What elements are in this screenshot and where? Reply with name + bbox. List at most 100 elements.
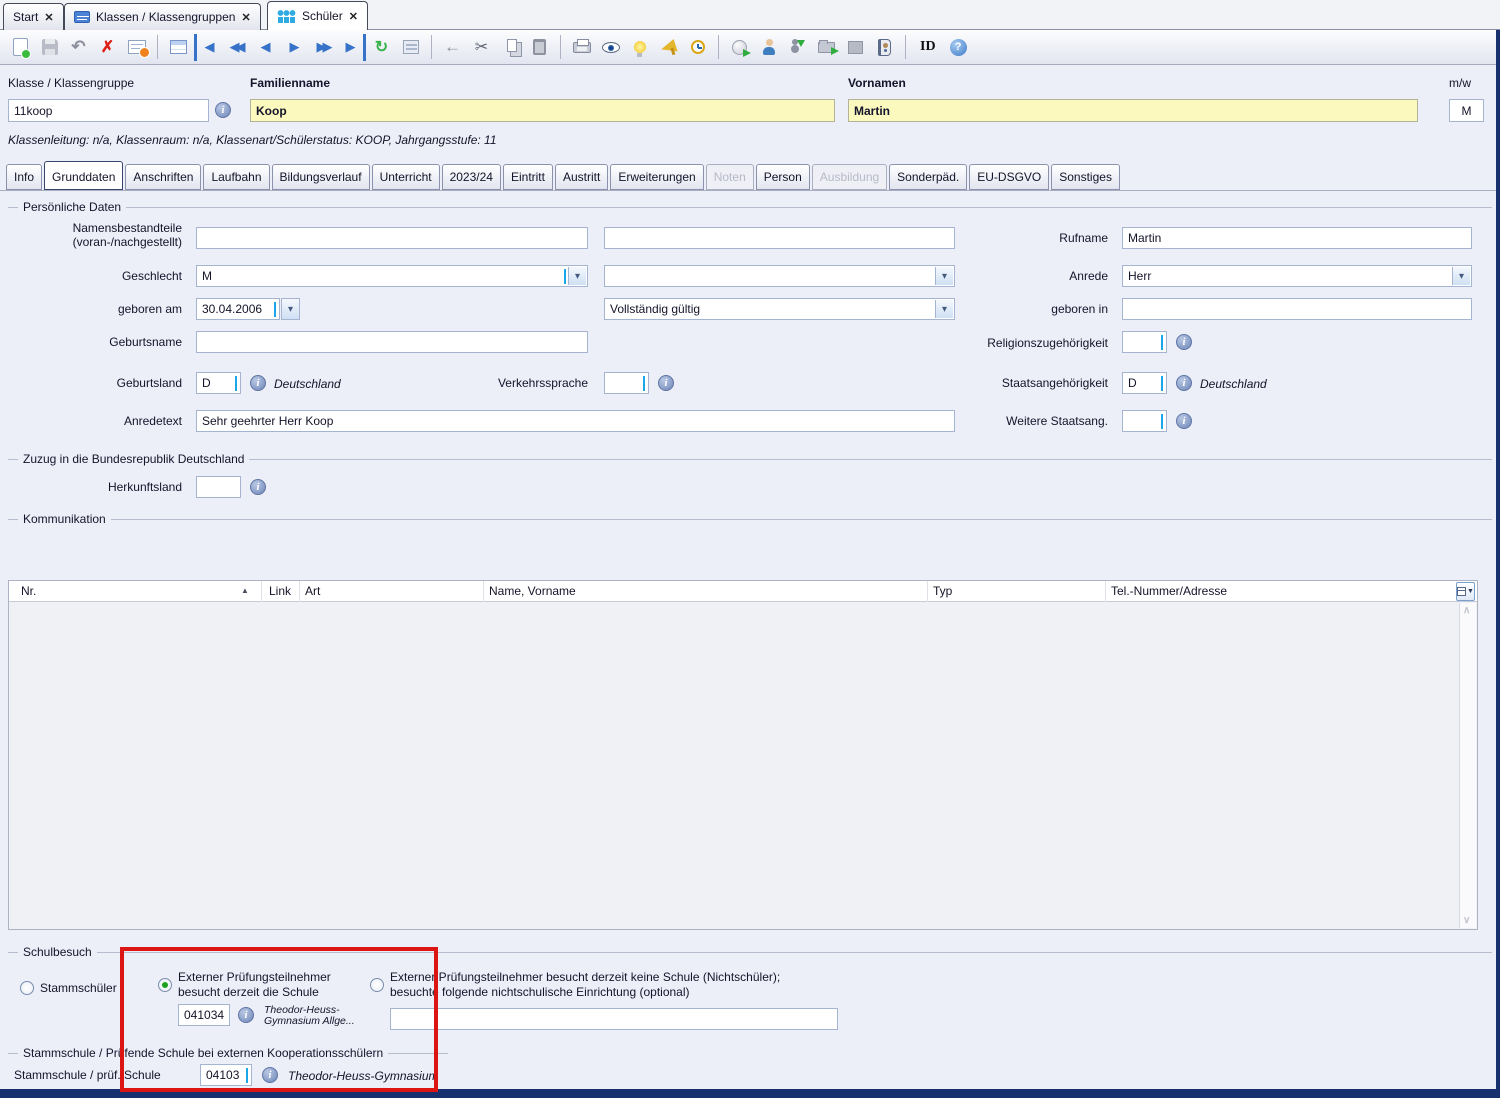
vornamen-field[interactable]: Martin xyxy=(848,99,1418,122)
radio-stammschueler-label[interactable]: Stammschüler xyxy=(40,981,117,996)
verkehrssprache-field[interactable] xyxy=(604,372,649,394)
tab-laufbahn[interactable]: Laufbahn xyxy=(203,164,269,190)
import-id-icon[interactable] xyxy=(784,34,811,61)
id-button[interactable]: ID xyxy=(912,39,944,55)
familienname-field[interactable]: Koop xyxy=(250,99,835,122)
tab-sonderpaed[interactable]: Sonderpäd. xyxy=(889,164,967,190)
nav-first-icon[interactable]: ◀ xyxy=(194,34,221,61)
list-view-icon[interactable] xyxy=(397,34,424,61)
info-icon[interactable]: i xyxy=(1176,334,1192,350)
tab-eintritt[interactable]: Eintritt xyxy=(503,164,553,190)
column-picker-button[interactable]: ▼ xyxy=(1456,582,1475,601)
geburtsland-label: Geburtsland xyxy=(0,376,182,390)
column-header-typ[interactable]: Typ xyxy=(933,584,952,598)
geschlecht-combo[interactable]: M ▾ xyxy=(196,265,588,287)
announce-horn-icon[interactable] xyxy=(655,34,682,61)
scroll-down-icon[interactable]: ∨ xyxy=(1463,915,1470,926)
close-icon[interactable]: ✕ xyxy=(241,11,250,24)
delete-icon[interactable]: ✗ xyxy=(94,34,121,61)
nav-next-fast-icon[interactable]: ▶▶ xyxy=(310,34,337,61)
nav-prev-fast-icon[interactable]: ◀◀ xyxy=(223,34,250,61)
student-icon[interactable] xyxy=(755,34,782,61)
tab-bildungsverlauf[interactable]: Bildungsverlauf xyxy=(272,164,370,190)
reminder-clock-icon[interactable] xyxy=(684,34,711,61)
namensbestandteile-field-2[interactable] xyxy=(604,227,955,249)
einrichtung-field[interactable] xyxy=(390,1008,838,1030)
folder-export-icon[interactable] xyxy=(813,34,840,61)
staatsangehoerigkeit-field[interactable]: D xyxy=(1122,372,1167,394)
export-icon[interactable] xyxy=(726,34,753,61)
radio-nichtschueler-label[interactable]: Externer Prüfungsteilnehmer besucht derz… xyxy=(390,970,780,985)
column-header-nr[interactable]: Nr. xyxy=(21,584,36,598)
close-icon[interactable]: ✕ xyxy=(349,10,358,23)
tab-grunddaten[interactable]: Grunddaten xyxy=(44,161,123,190)
edit-form-icon[interactable] xyxy=(123,34,150,61)
window-tab-schueler[interactable]: Schüler ✕ xyxy=(267,1,368,30)
info-icon[interactable]: i xyxy=(250,375,266,391)
info-icon[interactable]: i xyxy=(658,375,674,391)
radio-stammschueler[interactable] xyxy=(20,981,34,995)
paste-icon[interactable] xyxy=(526,34,553,61)
help-icon[interactable]: ? xyxy=(945,34,972,61)
gueltigkeit-combo[interactable]: Vollständig gültig ▾ xyxy=(604,298,955,320)
tab-austritt[interactable]: Austritt xyxy=(555,164,608,190)
column-header-name-vorname[interactable]: Name, Vorname xyxy=(489,584,576,598)
print-icon[interactable] xyxy=(568,34,595,61)
nav-last-icon[interactable]: ▶ xyxy=(339,34,366,61)
geboren-am-field[interactable]: 30.04.2006 xyxy=(196,298,280,320)
window-tab-start[interactable]: Start ✕ xyxy=(3,3,64,30)
archive-box-icon[interactable] xyxy=(842,34,869,61)
table-scrollbar[interactable]: ∧ ∨ xyxy=(1459,603,1476,928)
datasheet-icon[interactable] xyxy=(165,34,192,61)
back-arrow-icon[interactable]: ← xyxy=(439,34,466,61)
mw-field[interactable]: M xyxy=(1449,99,1484,122)
window-tab-klassen[interactable]: Klassen / Klassengruppen ✕ xyxy=(64,3,261,30)
save-icon[interactable] xyxy=(36,34,63,61)
close-icon[interactable]: ✕ xyxy=(44,11,53,24)
info-icon[interactable]: i xyxy=(215,102,231,118)
refresh-icon[interactable]: ↻ xyxy=(368,34,395,61)
scroll-up-icon[interactable]: ∧ xyxy=(1463,605,1470,616)
tab-person[interactable]: Person xyxy=(756,164,810,190)
info-icon[interactable]: i xyxy=(1176,413,1192,429)
klasse-field[interactable]: 11koop xyxy=(8,99,209,122)
column-header-tel-adresse[interactable]: Tel.-Nummer/Adresse xyxy=(1111,584,1227,598)
anrede-combo[interactable]: Herr ▾ xyxy=(1122,265,1472,287)
tab-sonstiges[interactable]: Sonstiges xyxy=(1051,164,1120,190)
new-record-icon[interactable] xyxy=(7,34,34,61)
copy-icon[interactable] xyxy=(497,34,524,61)
info-icon[interactable]: i xyxy=(250,479,266,495)
geschlecht-combo-2[interactable]: ▾ xyxy=(604,265,955,287)
staatsangehoerigkeit-note: Deutschland xyxy=(1200,377,1267,391)
anredetext-field[interactable]: Sehr geehrter Herr Koop xyxy=(196,410,955,432)
rufname-field[interactable]: Martin xyxy=(1122,227,1472,249)
weitere-staatsang-field[interactable] xyxy=(1122,410,1167,432)
herkunftsland-field[interactable] xyxy=(196,476,241,498)
toolbar-separator xyxy=(157,35,158,59)
column-header-link[interactable]: Link xyxy=(269,584,291,598)
tab-erweiterungen[interactable]: Erweiterungen xyxy=(610,164,703,190)
chevron-down-icon[interactable]: ▾ xyxy=(1452,267,1470,285)
geburtsname-field[interactable] xyxy=(196,331,588,353)
nav-next-icon[interactable]: ▶ xyxy=(281,34,308,61)
tab-unterricht[interactable]: Unterricht xyxy=(372,164,440,190)
tab-schuljahr[interactable]: 2023/24 xyxy=(442,164,501,190)
chevron-down-icon[interactable]: ▾ xyxy=(568,267,586,285)
tab-info[interactable]: Info xyxy=(6,164,42,190)
geboren-in-field[interactable] xyxy=(1122,298,1472,320)
tab-eu-dsgvo[interactable]: EU-DSGVO xyxy=(969,164,1049,190)
cut-icon[interactable]: ✂ xyxy=(468,34,495,61)
religion-field[interactable] xyxy=(1122,331,1167,353)
tab-anschriften[interactable]: Anschriften xyxy=(125,164,201,190)
addressbook-icon[interactable] xyxy=(871,34,898,61)
geburtsland-field[interactable]: D xyxy=(196,372,241,394)
sort-asc-icon[interactable]: ▲ xyxy=(241,586,249,595)
hint-lightbulb-icon[interactable] xyxy=(626,34,653,61)
column-header-art[interactable]: Art xyxy=(305,584,320,598)
date-picker-button[interactable]: ▾ xyxy=(281,298,300,320)
undo-icon[interactable]: ↶ xyxy=(65,34,92,61)
namensbestandteile-field-1[interactable] xyxy=(196,227,588,249)
info-icon[interactable]: i xyxy=(1176,375,1192,391)
preview-eye-icon[interactable] xyxy=(597,34,624,61)
nav-prev-icon[interactable]: ◀ xyxy=(252,34,279,61)
